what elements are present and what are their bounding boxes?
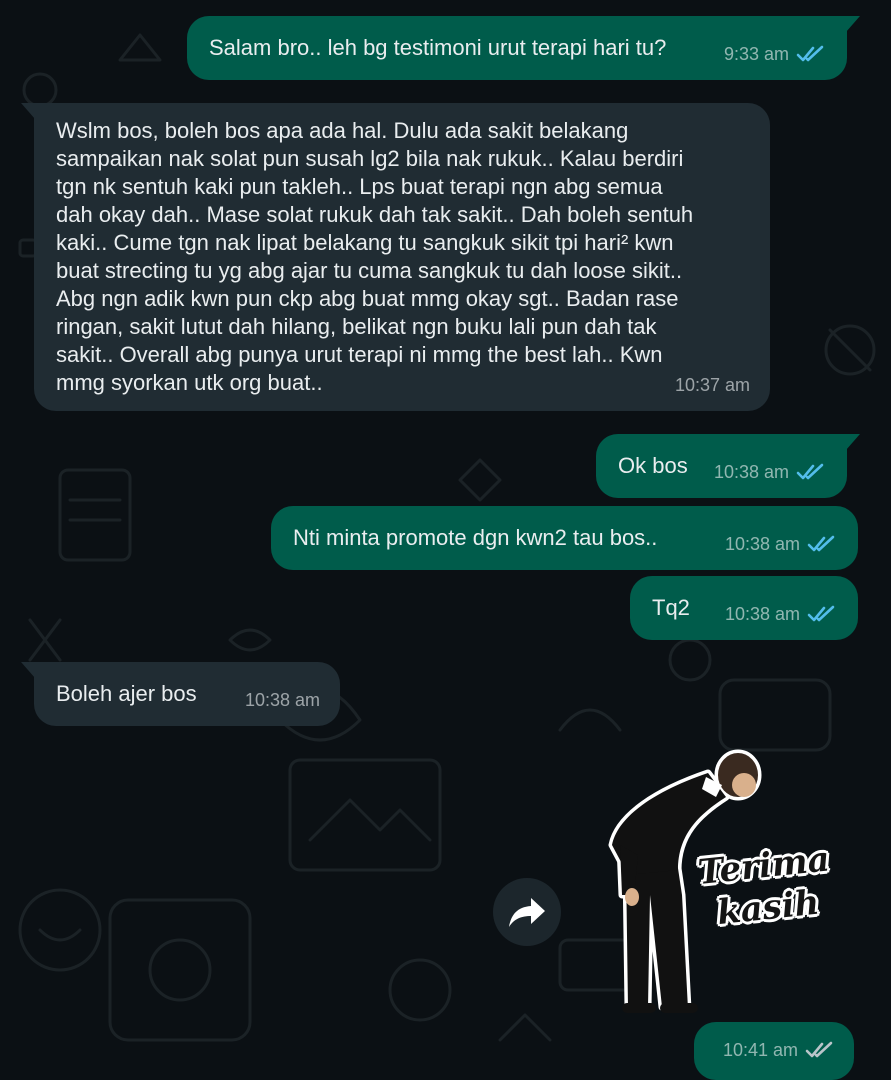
double-check-icon [807,605,835,622]
message-text: Wslm bos, boleh bos apa ada hal. Dulu ad… [56,117,693,397]
forward-button[interactable] [493,878,561,946]
message-line: dah okay dah.. Mase solat rukuk dah tak … [56,202,694,227]
bubble-tail [846,434,860,450]
message-line: Abg ngn adik kwn pun ckp abg buat mmg ok… [56,286,679,311]
message-outgoing[interactable]: Ok bos 10:38 am [596,434,860,498]
message-text: Nti minta promote dgn kwn2 tau bos.. [293,525,658,550]
message-line: tgn nk sentuh kaki pun takleh.. Lps buat… [56,174,663,199]
double-check-icon [807,535,835,552]
message-incoming[interactable]: Wslm bos, boleh bos apa ada hal. Dulu ad… [21,103,770,411]
bubble-tail [21,662,35,678]
message-meta: 10:38 am [714,458,827,486]
message-meta: 10:37 am [675,371,750,399]
message-text: Ok bos [618,453,688,478]
message-meta: 10:41 am [723,1036,836,1064]
message-line: buat strecting tu yg abg ajar tu cuma sa… [56,258,683,283]
double-check-icon [796,463,824,480]
message-meta: 10:38 am [725,530,838,558]
message-text: Salam bro.. leh bg testimoni urut terapi… [209,35,667,60]
forward-arrow-icon [509,898,545,927]
message-outgoing[interactable]: Nti minta promote dgn kwn2 tau bos.. 10:… [271,506,858,570]
message-incoming[interactable]: Boleh ajer bos 10:38 am [21,662,340,726]
message-time: 10:38 am [244,690,320,710]
message-text: Boleh ajer bos [56,681,197,706]
sticker-terima-kasih[interactable]: Terima kasih [598,745,838,1025]
message-time: 10:38 am [713,462,789,482]
message-time: 9:33 am [723,44,789,64]
bubble-tail [846,16,860,32]
double-check-icon [796,45,824,62]
message-line: Wslm bos, boleh bos apa ada hal. Dulu ad… [56,118,629,143]
sticker-meta-badge: 10:41 am [694,1022,854,1080]
message-line: ringan, sakit lutut dah hilang, belikat … [56,314,657,339]
message-time: 10:37 am [674,375,750,395]
message-time: 10:38 am [724,604,800,624]
message-line: sampaikan nak solat pun susah lg2 bila n… [56,146,684,171]
sticker-caption: Terima kasih [692,838,840,936]
message-meta: 9:33 am [724,40,827,68]
bubble-tail [21,103,35,119]
message-meta: 10:38 am [725,600,838,628]
message-outgoing[interactable]: Tq2 10:38 am [630,576,858,640]
message-outgoing[interactable]: Salam bro.. leh bg testimoni urut terapi… [187,16,860,80]
message-time: 10:41 am [722,1040,798,1060]
message-meta: 10:38 am [245,686,320,714]
message-line: mmg syorkan utk org buat.. [56,370,323,395]
message-time: 10:38 am [724,534,800,554]
double-check-icon [805,1041,833,1058]
message-text: Tq2 [652,595,690,620]
message-line: kaki.. Cume tgn nak lipat belakang tu sa… [56,230,674,255]
message-line: sakit.. Overall abg punya urut terapi ni… [56,342,663,367]
